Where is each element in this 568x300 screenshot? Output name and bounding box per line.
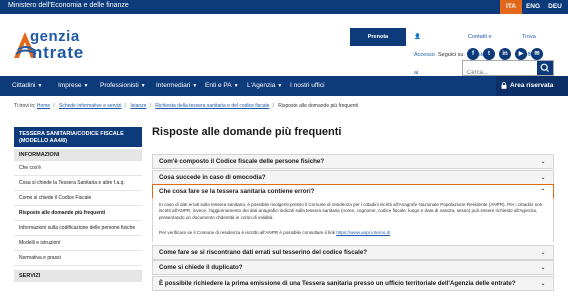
answer-paragraph-link: Per verificare se il Comune di residenza… [159, 230, 547, 236]
breadcrumb-current: Risposte alle domande più frequenti [278, 103, 359, 109]
nav-label: Imprese [58, 82, 82, 89]
chevron-down-icon: ⌄ [540, 175, 546, 181]
chevron-down-icon: ▼ [83, 83, 89, 89]
nav-cittadini[interactable]: Cittadini ▼ [12, 76, 42, 96]
chevron-down-icon: ⌄ [540, 281, 546, 287]
social-label: Seguici su: [438, 52, 465, 58]
accesso-servizi-link[interactable]: 👤 Accesso ai servizi [414, 28, 435, 94]
facebook-icon[interactable]: f [467, 48, 479, 60]
sidebar-item-tessera-sanitaria[interactable]: Cosa si chiede la Tessera Sanitaria e al… [14, 176, 142, 191]
breadcrumb: Ti trovi in: Home / Schede informative e … [14, 103, 358, 109]
logo-text-line2: ntrate [32, 43, 85, 62]
area-riservata-button[interactable]: Area riservata [496, 76, 568, 96]
nav-intermediari[interactable]: Intermediari ▼ [156, 76, 197, 96]
faq-question: Com'è composto il Codice fiscale delle p… [159, 158, 325, 165]
nav-imprese[interactable]: Imprese ▼ [58, 76, 88, 96]
email-icon[interactable]: ✉ [531, 48, 543, 60]
ministry-bar: Ministero dell'Economia e delle finanze … [0, 0, 568, 14]
linkedin-icon[interactable]: in [499, 48, 511, 60]
anpr-link[interactable]: https://www.anpr.interno.it/ [336, 230, 390, 235]
user-icon: 👤 [414, 34, 421, 40]
sidebar-item-modelli[interactable]: Modelli e istruzioni [14, 236, 142, 251]
nav-label: Cittadini [12, 82, 36, 89]
breadcrumb-home[interactable]: Home [37, 103, 50, 109]
nav-professionisti[interactable]: Professionisti ▼ [100, 76, 146, 96]
ministry-link[interactable]: Ministero dell'Economia e delle finanze [8, 2, 129, 9]
breadcrumb-separator: / [53, 103, 55, 109]
lang-ita[interactable]: ITA [500, 0, 522, 14]
twitter-icon[interactable]: t [483, 48, 495, 60]
lock-icon [501, 82, 507, 89]
answer-text: Per verificare se il Comune di residenza… [159, 230, 336, 235]
nav-agenzia[interactable]: L'Agenzia ▼ [247, 76, 282, 96]
lang-eng[interactable]: ENG [522, 0, 544, 14]
faq-item[interactable]: Come fare se si riscontrano dati errati … [152, 245, 554, 260]
sidebar: TESSERA SANITARIA/CODICE FISCALE (MODELL… [14, 127, 142, 282]
agenzia-entrate-logo[interactable]: genzia ntrate [12, 28, 112, 66]
chevron-down-icon: ▼ [37, 83, 43, 89]
faq-item[interactable]: Come si chiede il duplicato? ⌄ [152, 260, 554, 275]
sidebar-title: TESSERA SANITARIA/CODICE FISCALE (MODELL… [14, 127, 142, 147]
prenota-appuntamento-button[interactable]: Prenota appuntamento [350, 28, 406, 58]
chevron-down-icon: ⌄ [540, 265, 546, 271]
breadcrumb-prefix: Ti trovi in: [14, 103, 36, 109]
sidebar-section-servizi: SERVIZI [14, 270, 142, 282]
site-header: genzia ntrate Prenota appuntamento 👤 Acc… [0, 14, 568, 94]
search-box [462, 60, 554, 80]
chevron-down-icon: ⌄ [540, 159, 546, 165]
chevron-down-icon: ⌄ [540, 250, 546, 256]
faq-question: È possibile richiedere la prima emission… [159, 280, 516, 287]
breadcrumb-separator: / [124, 103, 126, 109]
sidebar-item-normativa[interactable]: Normativa e prassi [14, 251, 142, 266]
breadcrumb-richiesta[interactable]: Richiesta della tessera sanitaria e del … [155, 103, 269, 109]
nav-label: Enti e PA [205, 82, 232, 89]
contatti-link[interactable]: Contatti e assistenza [468, 28, 494, 58]
youtube-icon[interactable]: ▶ [515, 48, 527, 60]
chevron-down-icon: ▼ [140, 83, 146, 89]
faq-item[interactable]: Com'è composto il Codice fiscale delle p… [152, 154, 554, 169]
chevron-down-icon: ▼ [277, 83, 283, 89]
search-button[interactable] [537, 61, 553, 75]
faq-question: Come fare se si riscontrano dati errati … [159, 249, 368, 256]
sidebar-section-informazioni: INFORMAZIONI [14, 149, 142, 161]
nav-label: L'Agenzia [247, 82, 276, 89]
breadcrumb-istanze[interactable]: Istanze [130, 103, 146, 109]
lang-deu[interactable]: DEU [544, 0, 566, 14]
trova-ufficio-link[interactable]: Trova l'ufficio [522, 28, 539, 58]
chevron-up-icon: ⌃ [540, 189, 546, 195]
faq-item[interactable]: Cosa succede in caso di omocodia? ⌄ [152, 170, 554, 185]
breadcrumb-separator: / [149, 103, 151, 109]
area-riservata-label: Area riservata [510, 82, 554, 89]
chevron-down-icon: ▼ [192, 83, 198, 89]
chevron-down-icon: ▼ [233, 83, 239, 89]
faq-answer: In caso di dati errati sulla tessera san… [152, 198, 554, 242]
nav-nostri-uffici[interactable]: I nostri uffici [290, 76, 325, 96]
faq-question: Cosa succede in caso di omocodia? [159, 174, 266, 181]
faq-item[interactable]: È possibile richiedere la prima emission… [152, 276, 554, 291]
sidebar-item-faq[interactable]: Risposte alle domande più frequenti [14, 206, 142, 221]
nav-label: Professionisti [100, 82, 139, 89]
breadcrumb-schede[interactable]: Schede informative e servizi [59, 103, 122, 109]
faq-question: Che cosa fare se la tessera sanitaria co… [159, 188, 315, 195]
sidebar-item-codice-fiscale[interactable]: Come si chiede il Codice Fiscale [14, 191, 142, 206]
breadcrumb-separator: / [272, 103, 274, 109]
sidebar-item-che-cose[interactable]: Che cos'è [14, 161, 142, 176]
faq-question: Come si chiede il duplicato? [159, 264, 243, 271]
main-nav: Cittadini ▼ Imprese ▼ Professionisti ▼ Inte… [0, 76, 568, 96]
nav-label: Intermediari [156, 82, 191, 89]
answer-paragraph: In caso di dati errati sulla tessera san… [159, 202, 543, 220]
nav-enti-pa[interactable]: Enti e PA ▼ [205, 76, 239, 96]
faq-item-open[interactable]: Che cosa fare se la tessera sanitaria co… [152, 184, 554, 199]
page-title: Risposte alle domande più frequenti [152, 126, 342, 138]
sidebar-item-codificazione[interactable]: Informazioni sulla codificazione delle p… [14, 221, 142, 236]
search-icon [540, 63, 549, 72]
